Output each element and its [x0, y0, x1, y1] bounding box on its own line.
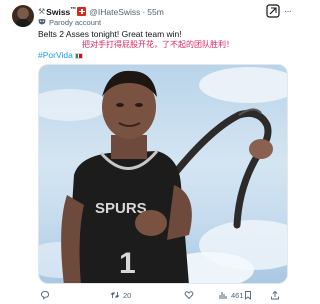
reply-icon: [41, 291, 49, 300]
bookmark-button[interactable]: [243, 289, 256, 301]
author-name[interactable]: Swiss™: [46, 7, 76, 17]
retweet-count: 20: [123, 290, 132, 300]
mexico-flag-emoji-icon: [74, 52, 83, 59]
tweet-text-line-2: 把对手打得屁股开花，了不起的团队胜利！: [82, 40, 234, 49]
author-handle[interactable]: @IHateSwiss: [89, 7, 140, 17]
swiss-flag-icon: [77, 7, 87, 16]
heart-icon: [184, 291, 194, 300]
reply-button[interactable]: [40, 289, 53, 301]
views-button[interactable]: 461: [218, 289, 244, 301]
separator: ·: [142, 6, 146, 17]
tools-emoji-icon: ⚒: [38, 7, 46, 16]
tweet-text-line-1: Belts 2 Asses tonight! Great team win!: [38, 29, 182, 39]
retweet-icon: [110, 292, 120, 298]
views-icon: [219, 292, 227, 299]
bookmark-icon: [245, 291, 251, 300]
tweet-text-line-3: #PorVida: [38, 50, 83, 61]
hashtag-link[interactable]: #PorVida: [38, 50, 73, 60]
tweet-actions: 20 461: [38, 289, 288, 301]
tweet-time[interactable]: 55m: [147, 7, 164, 17]
parody-text: Parody account: [49, 17, 102, 27]
mask-icon: [38, 19, 46, 25]
jersey-number: 1: [119, 247, 136, 280]
jersey-text: SPURS: [95, 200, 147, 217]
grok-icon[interactable]: [266, 4, 280, 18]
retweet-button[interactable]: 20: [110, 289, 131, 301]
avatar[interactable]: [12, 5, 34, 27]
tweet[interactable]: ⚒ Swiss™ @IHateSwiss · 55m ··· Parody ac…: [0, 0, 300, 304]
tweet-image[interactable]: SPURS 1: [38, 64, 288, 284]
share-icon: [271, 290, 279, 300]
share-button[interactable]: [270, 289, 283, 301]
media-illustration: SPURS 1: [39, 67, 287, 283]
parody-label: Parody account: [38, 17, 101, 27]
views-count: 461: [231, 290, 244, 300]
more-icon[interactable]: ···: [284, 6, 292, 17]
like-button[interactable]: [184, 289, 197, 301]
